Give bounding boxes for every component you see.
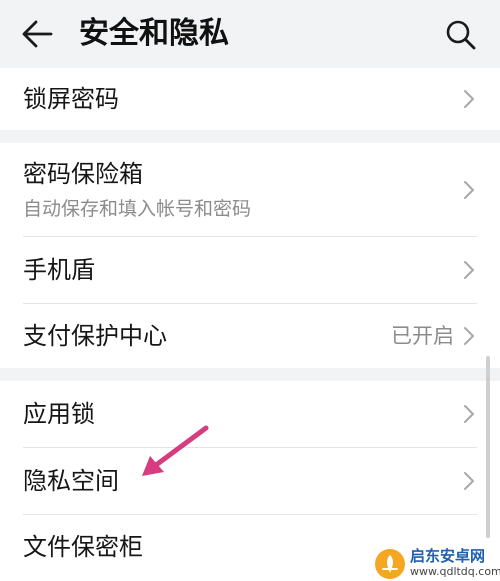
watermark-logo-icon [375, 549, 405, 579]
annotation-arrow [142, 425, 209, 476]
item-label: 应用锁 [23, 400, 95, 428]
list-item-password-vault[interactable]: 密码保险箱 自动保存和填入帐号和密码 [0, 143, 500, 236]
page-title: 安全和隐私 [79, 16, 229, 51]
chevron-right-icon [464, 405, 474, 423]
item-label: 锁屏密码 [23, 85, 119, 113]
list-item-app-lock[interactable]: 应用锁 [0, 381, 500, 447]
item-subtitle: 自动保存和填入帐号和密码 [23, 198, 252, 220]
item-label: 密码保险箱 [23, 160, 143, 188]
list-item-private-space[interactable]: 隐私空间 [0, 448, 500, 514]
watermark: 启东安卓网 www.qdltdq.com [374, 548, 500, 581]
list-item-lock-screen-password[interactable]: 锁屏密码 [0, 68, 500, 130]
chevron-right-icon [464, 90, 474, 108]
back-arrow-icon[interactable] [20, 18, 54, 50]
item-label: 文件保密柜 [23, 533, 143, 561]
scrollbar[interactable] [486, 356, 490, 538]
app-header: 安全和隐私 [0, 0, 500, 68]
item-label: 隐私空间 [23, 467, 119, 495]
chevron-right-icon [464, 472, 474, 490]
watermark-url: www.qdltdq.com [410, 565, 500, 578]
chevron-right-icon [464, 181, 474, 199]
status-value: 已开启 [391, 324, 454, 348]
chevron-right-icon [464, 261, 474, 279]
settings-group-security: 密码保险箱 自动保存和填入帐号和密码 手机盾 支付保护中心 已开启 [0, 143, 500, 368]
settings-group-lock: 锁屏密码 [0, 68, 500, 130]
item-label: 支付保护中心 [23, 322, 167, 350]
list-item-phone-shield[interactable]: 手机盾 [0, 237, 500, 303]
item-label: 手机盾 [23, 256, 95, 284]
search-icon[interactable] [444, 18, 478, 52]
list-item-payment-protection[interactable]: 支付保护中心 已开启 [0, 304, 500, 368]
chevron-right-icon [464, 327, 474, 345]
watermark-text: 启东安卓网 [410, 547, 486, 565]
